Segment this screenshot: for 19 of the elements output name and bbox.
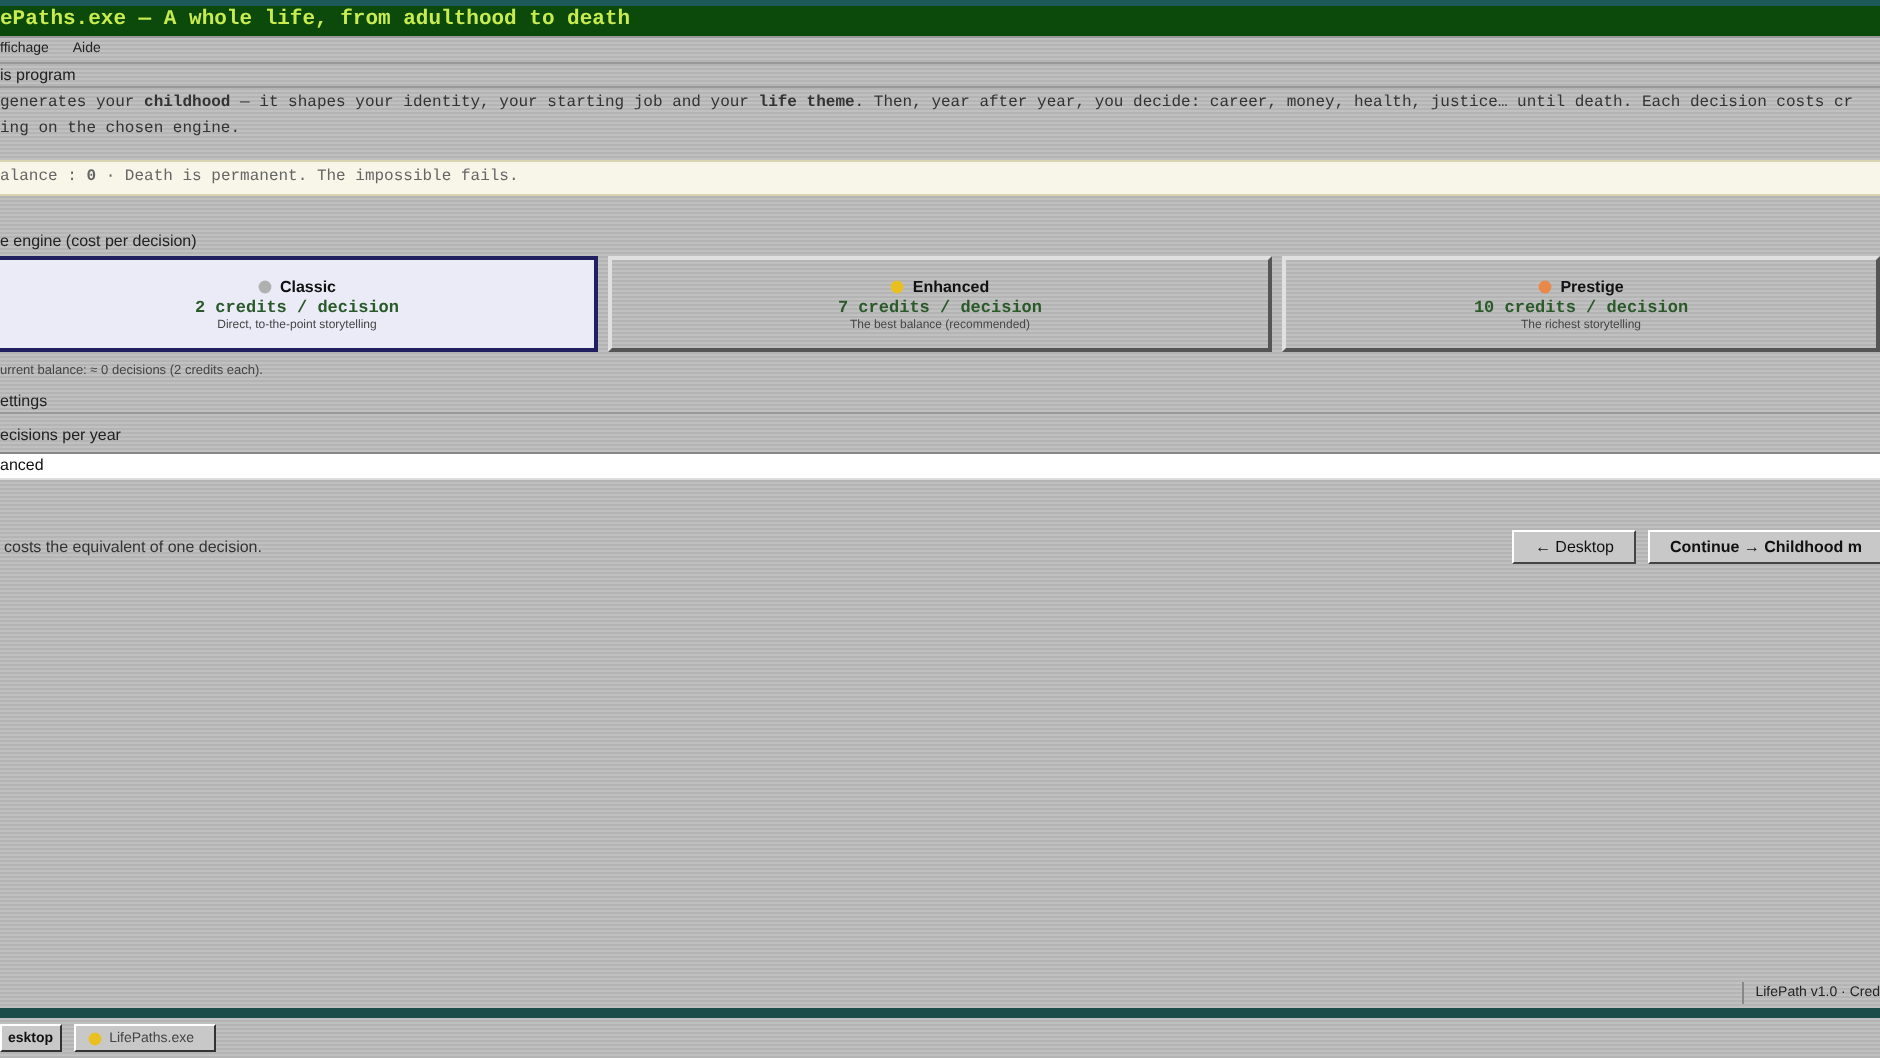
settings-legend: ettings [0,392,1880,414]
engine-cost: 2 credits / decision [194,297,400,317]
intro-text: generates your childhood — it shapes your identity, your starting job and your life theme. Then, year after year, you decide: career, money, health, justice… until death. Each decision costs cr [0,92,1856,116]
field-label: ecisions per year [0,426,123,446]
decisions-select[interactable]: anced [0,452,1880,480]
balance-notice: alance : 0 · Death is permanent. The impossible fails. [0,160,1880,196]
section-heading: is program [0,62,1880,88]
engine-cost: 10 credits / decision [1473,297,1689,317]
nav-button[interactable]: Continue → Childhood m [1648,530,1880,564]
engine-name: Classic [279,277,337,295]
engine-name: Prestige [1560,277,1624,295]
engine-name: Enhanced [912,277,990,295]
window-title: ePaths.exe — A whole life, from adulthood to death [0,6,1880,38]
intro-text: ing on the chosen engine. [0,118,243,142]
nav-button[interactable]: ← Desktop [1512,530,1637,564]
app-icon [87,1031,102,1045]
cost-note: costs the equivalent of one decision. [2,538,264,556]
engine-cost: 7 credits / decision [837,297,1043,317]
engine-legend: e engine (cost per decision) [0,232,1880,252]
